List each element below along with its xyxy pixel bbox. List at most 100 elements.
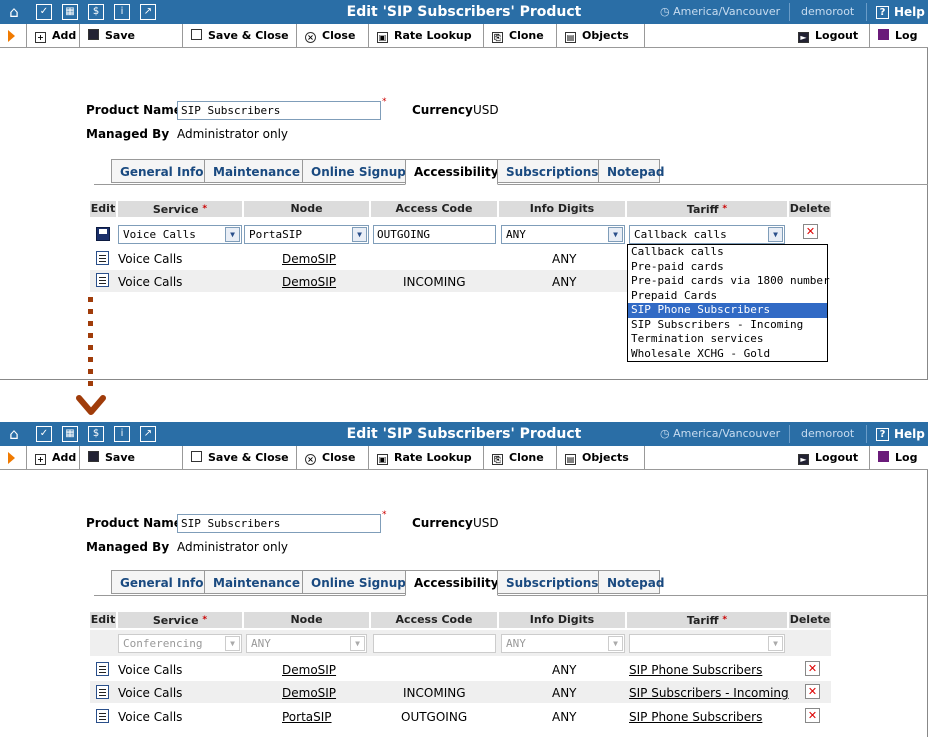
save-close-button[interactable]: Save & Close	[182, 446, 289, 469]
clock-icon: ◷	[660, 427, 674, 440]
tab-notepad[interactable]: Notepad	[598, 570, 664, 594]
rate-lookup-icon: ▣	[377, 454, 388, 465]
plus-icon: +	[35, 454, 46, 465]
tariff-option[interactable]: Wholesale XCHG - Gold	[628, 347, 827, 362]
access-code-cell: OUTGOING	[401, 710, 468, 724]
help-link[interactable]: ? Help	[876, 422, 925, 446]
tariff-option[interactable]: Termination services	[628, 332, 827, 347]
logout-button[interactable]: ► Logout	[790, 446, 858, 469]
tariff-option[interactable]: SIP Subscribers - Incoming	[628, 318, 827, 333]
edit-list-icon[interactable]	[96, 662, 109, 676]
add-button[interactable]: + Add	[26, 24, 76, 47]
service-select[interactable]: Voice Calls ▼	[118, 225, 242, 244]
col-header-access-code: Access Code	[371, 201, 497, 217]
save-close-button[interactable]: Save & Close	[182, 24, 289, 47]
node-link[interactable]: DemoSIP	[282, 252, 336, 266]
col-header-delete: Delete	[789, 612, 831, 628]
divider	[644, 24, 645, 47]
tariff-link[interactable]: SIP Subscribers - Incoming	[629, 686, 789, 700]
check-icon[interactable]: ✓	[36, 426, 52, 442]
edit-list-icon[interactable]	[96, 251, 109, 265]
objects-button[interactable]: ▤ Objects	[556, 446, 629, 469]
tariff-option[interactable]: Prepaid Cards	[628, 289, 827, 304]
info-digits-select[interactable]: ANY ▼	[501, 634, 625, 653]
tariff-select[interactable]: Callback calls ▼	[629, 225, 785, 244]
tariff-select[interactable]: ▼	[629, 634, 785, 653]
tariff-option-highlighted[interactable]: SIP Phone Subscribers	[628, 303, 827, 318]
chart-icon[interactable]: ↗	[140, 4, 156, 20]
tab-online-signup[interactable]: Online Signup	[302, 159, 406, 183]
tab-baseline	[94, 184, 928, 185]
tariff-link[interactable]: SIP Phone Subscribers	[629, 710, 762, 724]
tariff-link[interactable]: SIP Phone Subscribers	[629, 663, 762, 677]
home-icon[interactable]: ⌂	[6, 426, 22, 442]
dollar-icon[interactable]: $	[88, 4, 104, 20]
add-button[interactable]: + Add	[26, 446, 76, 469]
product-name-input[interactable]: SIP Subscribers	[177, 101, 381, 120]
rate-lookup-button[interactable]: ▣ Rate Lookup	[368, 24, 472, 47]
product-name-input[interactable]: SIP Subscribers	[177, 514, 381, 533]
logout-button[interactable]: ► Logout	[790, 24, 858, 47]
tab-general-info[interactable]: General Info	[111, 159, 205, 183]
service-select[interactable]: Conferencing ▼	[118, 634, 242, 653]
tariff-dropdown-list[interactable]: Callback calls Pre-paid cards Pre-paid c…	[627, 244, 830, 362]
save-button[interactable]: Save	[79, 446, 135, 469]
chart-icon[interactable]: ↗	[140, 426, 156, 442]
screenshot-before: ⌂ ✓ ▦ $ i ↗ Edit 'SIP Subscribers' Produ…	[0, 0, 928, 380]
clone-button[interactable]: ⎘ Clone	[483, 24, 544, 47]
tab-accessibility[interactable]: Accessibility	[405, 159, 499, 185]
connector-dot	[88, 357, 93, 362]
node-link[interactable]: DemoSIP	[282, 275, 336, 289]
info-icon[interactable]: i	[114, 4, 130, 20]
home-icon[interactable]: ⌂	[6, 4, 22, 20]
col-header-edit: Edit	[90, 201, 116, 217]
node-link[interactable]: DemoSIP	[282, 686, 336, 700]
tab-subscriptions[interactable]: Subscriptions	[497, 570, 599, 594]
help-link[interactable]: ? Help	[876, 0, 925, 24]
rate-lookup-button[interactable]: ▣ Rate Lookup	[368, 446, 472, 469]
grid-icon[interactable]: ▦	[62, 4, 78, 20]
tariff-option[interactable]: Pre-paid cards	[628, 260, 827, 275]
delete-button[interactable]: ✕	[805, 661, 820, 676]
info-digits-select[interactable]: ANY ▼	[501, 225, 625, 244]
node-select[interactable]: PortaSIP ▼	[244, 225, 369, 244]
tab-general-info[interactable]: General Info	[111, 570, 205, 594]
node-link[interactable]: DemoSIP	[282, 663, 336, 677]
info-icon[interactable]: i	[114, 426, 130, 442]
delete-button[interactable]: ✕	[805, 684, 820, 699]
tab-maintenance[interactable]: Maintenance	[204, 159, 303, 183]
check-icon[interactable]: ✓	[36, 4, 52, 20]
grid-icon[interactable]: ▦	[62, 426, 78, 442]
clone-button[interactable]: ⎘ Clone	[483, 446, 544, 469]
expand-arrow-icon[interactable]	[8, 30, 15, 42]
delete-button[interactable]: ✕	[805, 708, 820, 723]
dollar-icon[interactable]: $	[88, 426, 104, 442]
col-header-info-digits: Info Digits	[499, 612, 625, 628]
expand-arrow-icon[interactable]	[8, 452, 15, 464]
access-code-input[interactable]: OUTGOING	[373, 225, 496, 244]
close-button[interactable]: × Close	[296, 446, 355, 469]
tariff-option[interactable]: Callback calls	[628, 245, 827, 260]
floppy-disk-icon[interactable]	[96, 227, 110, 241]
user-label[interactable]: demoroot	[801, 0, 854, 24]
tab-notepad[interactable]: Notepad	[598, 159, 664, 183]
objects-button[interactable]: ▤ Objects	[556, 24, 629, 47]
delete-button[interactable]: ✕	[803, 224, 818, 239]
node-link[interactable]: PortaSIP	[282, 710, 332, 724]
user-label[interactable]: demoroot	[801, 422, 854, 446]
tab-accessibility[interactable]: Accessibility	[405, 570, 499, 596]
log-button[interactable]: Log	[869, 446, 917, 469]
close-button[interactable]: × Close	[296, 24, 355, 47]
edit-list-icon[interactable]	[96, 685, 109, 699]
save-button[interactable]: Save	[79, 24, 135, 47]
node-select[interactable]: ANY ▼	[246, 634, 367, 653]
tab-online-signup[interactable]: Online Signup	[302, 570, 406, 594]
objects-icon: ▤	[565, 454, 576, 465]
tab-subscriptions[interactable]: Subscriptions	[497, 159, 599, 183]
log-button[interactable]: Log	[869, 24, 917, 47]
edit-list-icon[interactable]	[96, 709, 109, 723]
edit-list-icon[interactable]	[96, 273, 109, 287]
tariff-option[interactable]: Pre-paid cards via 1800 number	[628, 274, 830, 289]
access-code-input[interactable]	[373, 634, 496, 653]
tab-maintenance[interactable]: Maintenance	[204, 570, 303, 594]
